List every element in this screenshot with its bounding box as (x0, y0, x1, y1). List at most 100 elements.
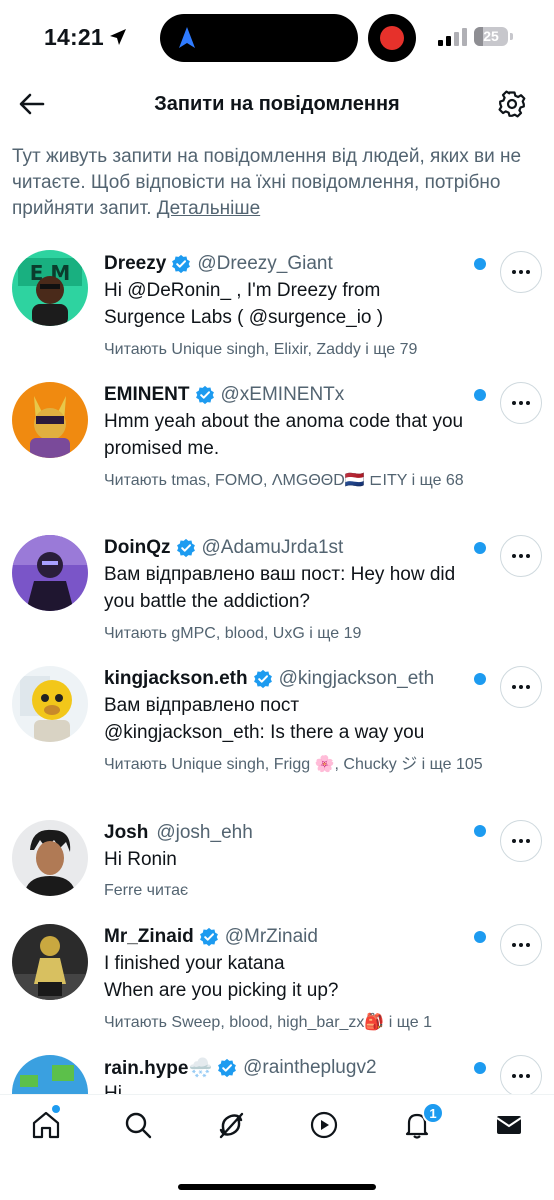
grok-icon (219, 1112, 244, 1139)
message-request-row[interactable]: Josh @josh_ehh Hi Ronin Ferre читає (0, 820, 554, 906)
message-preview: Вам відправлено ваш пост: Hey how did yo… (104, 564, 456, 612)
sender-handle: @AdamuJrda1st (201, 537, 344, 558)
home-indicator (178, 1184, 376, 1190)
avatar[interactable] (12, 820, 88, 896)
gear-icon (498, 90, 526, 118)
more-options-button[interactable] (500, 820, 542, 862)
sender-line: Dreezy @Dreezy_Giant (104, 251, 333, 277)
recording-indicator (368, 14, 416, 62)
avatar[interactable] (12, 1055, 88, 1094)
followed-by-text: Читають gMPC, blood, UxG і ще 19 (104, 625, 362, 642)
message-request-row[interactable]: rain.hype🌨️ @raintheplugv2 Hi (0, 1055, 554, 1094)
unread-dot (474, 673, 486, 685)
sender-handle: @Dreezy_Giant (197, 253, 333, 274)
followed-by-text: Читають Unique singh, Frigg 🌸, Chucky ジ … (104, 756, 483, 773)
more-options-button[interactable] (500, 1055, 542, 1094)
more-options-button[interactable] (500, 251, 542, 293)
verified-badge-icon (176, 538, 196, 558)
battery-percent: 25 (483, 28, 499, 44)
avatar-image (12, 1055, 88, 1094)
sender-name: Josh (104, 822, 149, 843)
more-options-button[interactable] (500, 924, 542, 966)
sender-line: rain.hype🌨️ @raintheplugv2 (104, 1055, 377, 1081)
more-options-button[interactable] (500, 666, 542, 708)
followed-by-text: Ferre читає (104, 882, 189, 899)
avatar[interactable]: E M (12, 250, 88, 326)
sender-line: Mr_Zinaid @MrZinaid (104, 924, 318, 950)
avatar-image (12, 535, 88, 611)
avatar[interactable] (12, 535, 88, 611)
message-request-row[interactable]: E M Dreezy @Dreezy_Giant Hi @DeRonin_ , … (0, 250, 554, 363)
header: Запити на повідомлення (0, 76, 554, 132)
verified-badge-icon (217, 1058, 237, 1078)
battery-icon: 25 (474, 27, 508, 46)
sender-handle: @josh_ehh (156, 822, 253, 843)
unread-dot (474, 542, 486, 554)
unread-dot (474, 258, 486, 270)
avatar[interactable] (12, 924, 88, 1000)
sender-line: kingjackson.eth @kingjackson_eth (104, 666, 434, 692)
intro-description: Тут живуть запити на повідомлення від лю… (12, 146, 522, 219)
battery-cap (510, 33, 513, 40)
status-bar: 14:21 25 (0, 0, 554, 76)
sender-name: rain.hype🌨️ (104, 1058, 213, 1079)
location-arrow-icon (110, 29, 126, 45)
unread-dot (474, 825, 486, 837)
notification-badge: 1 (422, 1102, 444, 1124)
sender-name: kingjackson.eth (104, 668, 248, 689)
message-preview: Hmm yeah about the anoma code that you p… (104, 411, 464, 459)
followed-by-text: Читають Sweep, blood, high_bar_zx🎒 і ще … (104, 1014, 433, 1031)
tab-search[interactable] (118, 1105, 158, 1145)
video-icon (310, 1111, 338, 1139)
tab-messages[interactable] (489, 1105, 529, 1145)
search-icon (125, 1112, 152, 1139)
message-preview: I finished your katana When are you pick… (104, 953, 339, 1001)
sender-name: EMINENT (104, 384, 190, 405)
unread-dot (474, 931, 486, 943)
message-request-row[interactable]: kingjackson.eth @kingjackson_eth Вам від… (0, 666, 554, 806)
message-preview: Hi (104, 1083, 122, 1094)
status-time: 14:21 (44, 24, 104, 50)
sender-name: Mr_Zinaid (104, 926, 194, 947)
sender-line: Josh @josh_ehh (104, 820, 253, 846)
settings-button[interactable] (494, 86, 530, 122)
message-request-row[interactable]: Mr_Zinaid @MrZinaid I finished your kata… (0, 924, 554, 1036)
verified-badge-icon (171, 254, 191, 274)
followed-by-text: Читають tmas, FOMO, ΛMGΘΘD🇳🇱 ⊏ITY і ще 6… (104, 472, 464, 489)
verified-badge-icon (195, 385, 215, 405)
sender-name: DoinQz (104, 537, 171, 558)
sender-line: DoinQz @AdamuJrda1st (104, 535, 343, 561)
more-options-button[interactable] (500, 535, 542, 577)
unread-dot (474, 389, 486, 401)
sender-handle: @xEMINENTx (220, 384, 345, 405)
tab-grok[interactable] (211, 1105, 251, 1145)
avatar[interactable] (12, 666, 88, 742)
sender-handle: @raintheplugv2 (243, 1057, 377, 1078)
dynamic-island (160, 14, 358, 62)
sender-handle: @kingjackson_eth (278, 668, 435, 689)
learn-more-link[interactable]: Детальніше (157, 198, 260, 219)
message-preview: Hi Ronin (104, 849, 177, 870)
message-preview: Вам відправлено пост @kingjackson_eth: I… (104, 695, 425, 743)
followed-by-text: Читають Unique singh, Elixir, Zaddy і ще… (104, 341, 418, 358)
home-icon (32, 1111, 60, 1139)
message-request-row[interactable]: EMINENT @xEMINENTx Hmm yeah about the an… (0, 382, 554, 522)
avatar[interactable] (12, 382, 88, 458)
avatar-image (12, 382, 88, 458)
cellular-signal-icon (438, 28, 467, 46)
sender-name: Dreezy (104, 253, 167, 274)
sender-handle: @MrZinaid (224, 926, 318, 947)
new-posts-dot (52, 1105, 60, 1113)
avatar-image (12, 924, 88, 1000)
page-title: Запити на повідомлення (154, 93, 400, 115)
avatar-image: E M (12, 250, 88, 326)
message-preview: Hi @DeRonin_ , I'm Dreezy from Surgence … (104, 280, 384, 328)
sender-line: EMINENT @xEMINENTx (104, 382, 344, 408)
tab-video[interactable] (304, 1105, 344, 1145)
tab-home[interactable] (26, 1105, 66, 1145)
more-options-button[interactable] (500, 382, 542, 424)
message-request-row[interactable]: DoinQz @AdamuJrda1st Вам відправлено ваш… (0, 535, 554, 647)
avatar-image (12, 666, 88, 742)
verified-badge-icon (199, 927, 219, 947)
navigation-arrow-icon (179, 27, 195, 48)
